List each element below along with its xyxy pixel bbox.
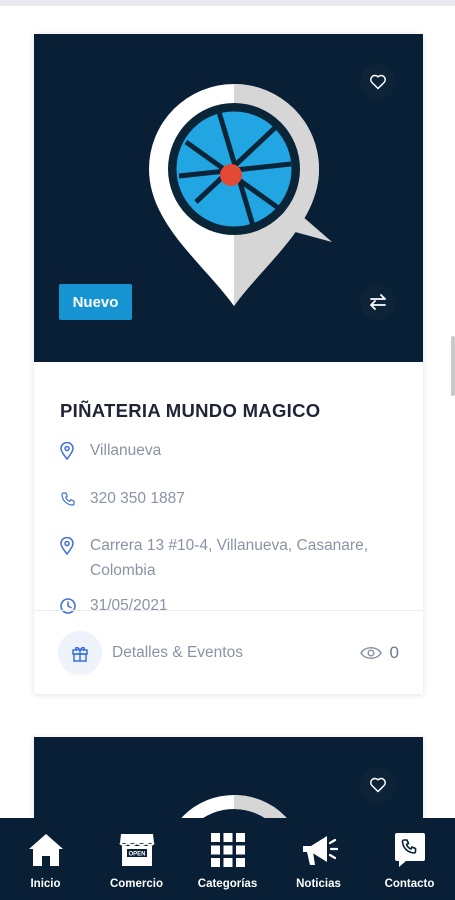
top-divider bbox=[0, 0, 455, 6]
phone-icon bbox=[394, 833, 425, 867]
nav-item-noticias[interactable]: Noticias bbox=[273, 818, 364, 900]
nav-label: Noticias bbox=[296, 878, 341, 890]
megaphone-icon bbox=[302, 836, 338, 865]
listing-image[interactable] bbox=[34, 737, 423, 827]
phone-icon bbox=[61, 492, 75, 506]
listing-card[interactable] bbox=[34, 737, 423, 827]
listing-image[interactable]: Nuevo bbox=[34, 34, 423, 362]
nav-item-inicio[interactable]: Inicio bbox=[0, 818, 91, 900]
nav-label: Inicio bbox=[30, 878, 61, 890]
nav-label: Comercio bbox=[109, 878, 164, 890]
views-count: 0 bbox=[359, 642, 399, 663]
nav-item-comercio[interactable]: OPEN Comercio bbox=[91, 818, 182, 900]
home-icon bbox=[28, 834, 63, 866]
city-text: Villanueva bbox=[90, 442, 162, 459]
swap-icon bbox=[370, 294, 386, 310]
address-text: Carrera 13 #10-4, Villanueva, Casanare, … bbox=[90, 537, 369, 579]
address-row: Carrera 13 #10-4, Villanueva, Casanare, … bbox=[60, 533, 397, 583]
heart-icon bbox=[370, 777, 386, 793]
new-badge: Nuevo bbox=[59, 284, 132, 320]
nav-label: Contacto bbox=[384, 878, 435, 890]
phone-text[interactable]: 320 350 1887 bbox=[90, 486, 185, 511]
heart-icon bbox=[370, 74, 386, 90]
map-pin-logo bbox=[149, 84, 332, 306]
bottom-nav: Inicio OPEN Comercio Categorías Noticias… bbox=[0, 818, 455, 900]
favorite-button[interactable] bbox=[360, 64, 396, 100]
gift-icon bbox=[72, 646, 88, 662]
nav-item-contacto[interactable]: Contacto bbox=[364, 818, 455, 900]
compare-button[interactable] bbox=[360, 284, 396, 320]
card-footer: Detalles & Eventos 0 bbox=[34, 611, 423, 694]
svg-text:OPEN: OPEN bbox=[128, 852, 145, 858]
listing-card[interactable]: Nuevo PIÑATERIA MUNDO MAGICO Villanueva … bbox=[34, 34, 423, 694]
views-number: 0 bbox=[389, 642, 399, 662]
scrollbar[interactable] bbox=[451, 336, 455, 396]
listing-title[interactable]: PIÑATERIA MUNDO MAGICO bbox=[60, 400, 397, 422]
details-button[interactable] bbox=[58, 630, 102, 675]
grid-icon bbox=[210, 833, 245, 867]
store-icon: OPEN bbox=[118, 834, 155, 866]
phone-row[interactable]: 320 350 1887 bbox=[60, 486, 397, 515]
nav-item-categorias[interactable]: Categorías bbox=[182, 818, 273, 900]
eye-icon bbox=[359, 646, 382, 659]
nav-label: Categorías bbox=[197, 878, 258, 890]
details-link[interactable]: Detalles & Eventos bbox=[112, 644, 360, 662]
location-pin-icon bbox=[60, 441, 74, 461]
favorite-button[interactable] bbox=[360, 767, 396, 803]
city-row: Villanueva bbox=[60, 438, 397, 468]
location-pin-icon bbox=[60, 536, 74, 556]
